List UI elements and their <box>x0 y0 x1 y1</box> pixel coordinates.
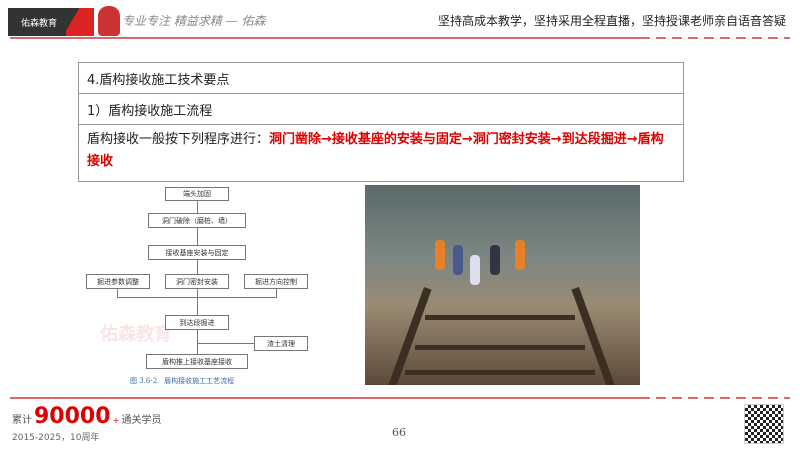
watermark: 佑森教育 <box>100 324 172 345</box>
flow-node: 洞门破除（磨桩、墙） <box>148 213 246 228</box>
footer-divider <box>10 397 640 399</box>
count-prefix: 累计 <box>12 415 32 426</box>
procedure-text: 盾构接收一般按下列程序进行：洞门凿除→接收基座的安装与固定→洞门密封安装→到达段… <box>78 124 684 182</box>
flow-node: 渣土清理 <box>254 336 308 351</box>
header-divider <box>10 37 640 39</box>
header-divider-dashed <box>640 37 790 39</box>
flow-node: 盾构推上接收基座接收 <box>146 354 248 369</box>
section-title: 4.盾构接收施工技术要点 <box>78 62 684 94</box>
page-number: 66 <box>392 426 406 439</box>
student-count: 累计 90000 + 通关学员 <box>12 404 162 429</box>
script-slogan: 专业专注 精益求精 — 佑森 <box>122 14 266 28</box>
count-number: 90000 <box>34 404 111 429</box>
flow-node: 掘进参数调整 <box>86 274 150 289</box>
flow-node: 到达段掘进 <box>165 315 229 330</box>
subsection-title: 1）盾构接收施工流程 <box>78 93 684 125</box>
anniversary-text: 2015-2025，10周年 <box>12 433 100 443</box>
flowchart-caption: 图 3.6-2 盾构接收施工工艺流程 <box>130 377 235 385</box>
qr-code <box>744 404 784 444</box>
mascot-icon <box>98 6 120 36</box>
procedure-intro: 盾构接收一般按下列程序进行： <box>87 132 270 147</box>
flow-node: 端头加固 <box>165 187 229 201</box>
header-motto: 坚持高成本教学，坚持采用全程直播，坚持授课老师亲自语音答疑 <box>437 14 786 28</box>
content-table: 4.盾构接收施工技术要点 1）盾构接收施工流程 盾构接收一般按下列程序进行：洞门… <box>78 62 684 182</box>
shield-receiving-photo <box>365 185 640 385</box>
count-suffix: 通关学员 <box>121 415 162 426</box>
logo: 佑森教育 <box>8 8 70 36</box>
flow-node: 接收基座安装与固定 <box>148 245 246 260</box>
flow-node: 洞门密封安装 <box>165 274 229 289</box>
logo-accent <box>66 8 94 36</box>
flow-node: 掘进方向控制 <box>244 274 308 289</box>
footer-divider-dashed <box>640 397 790 399</box>
count-plus: + <box>112 415 120 425</box>
